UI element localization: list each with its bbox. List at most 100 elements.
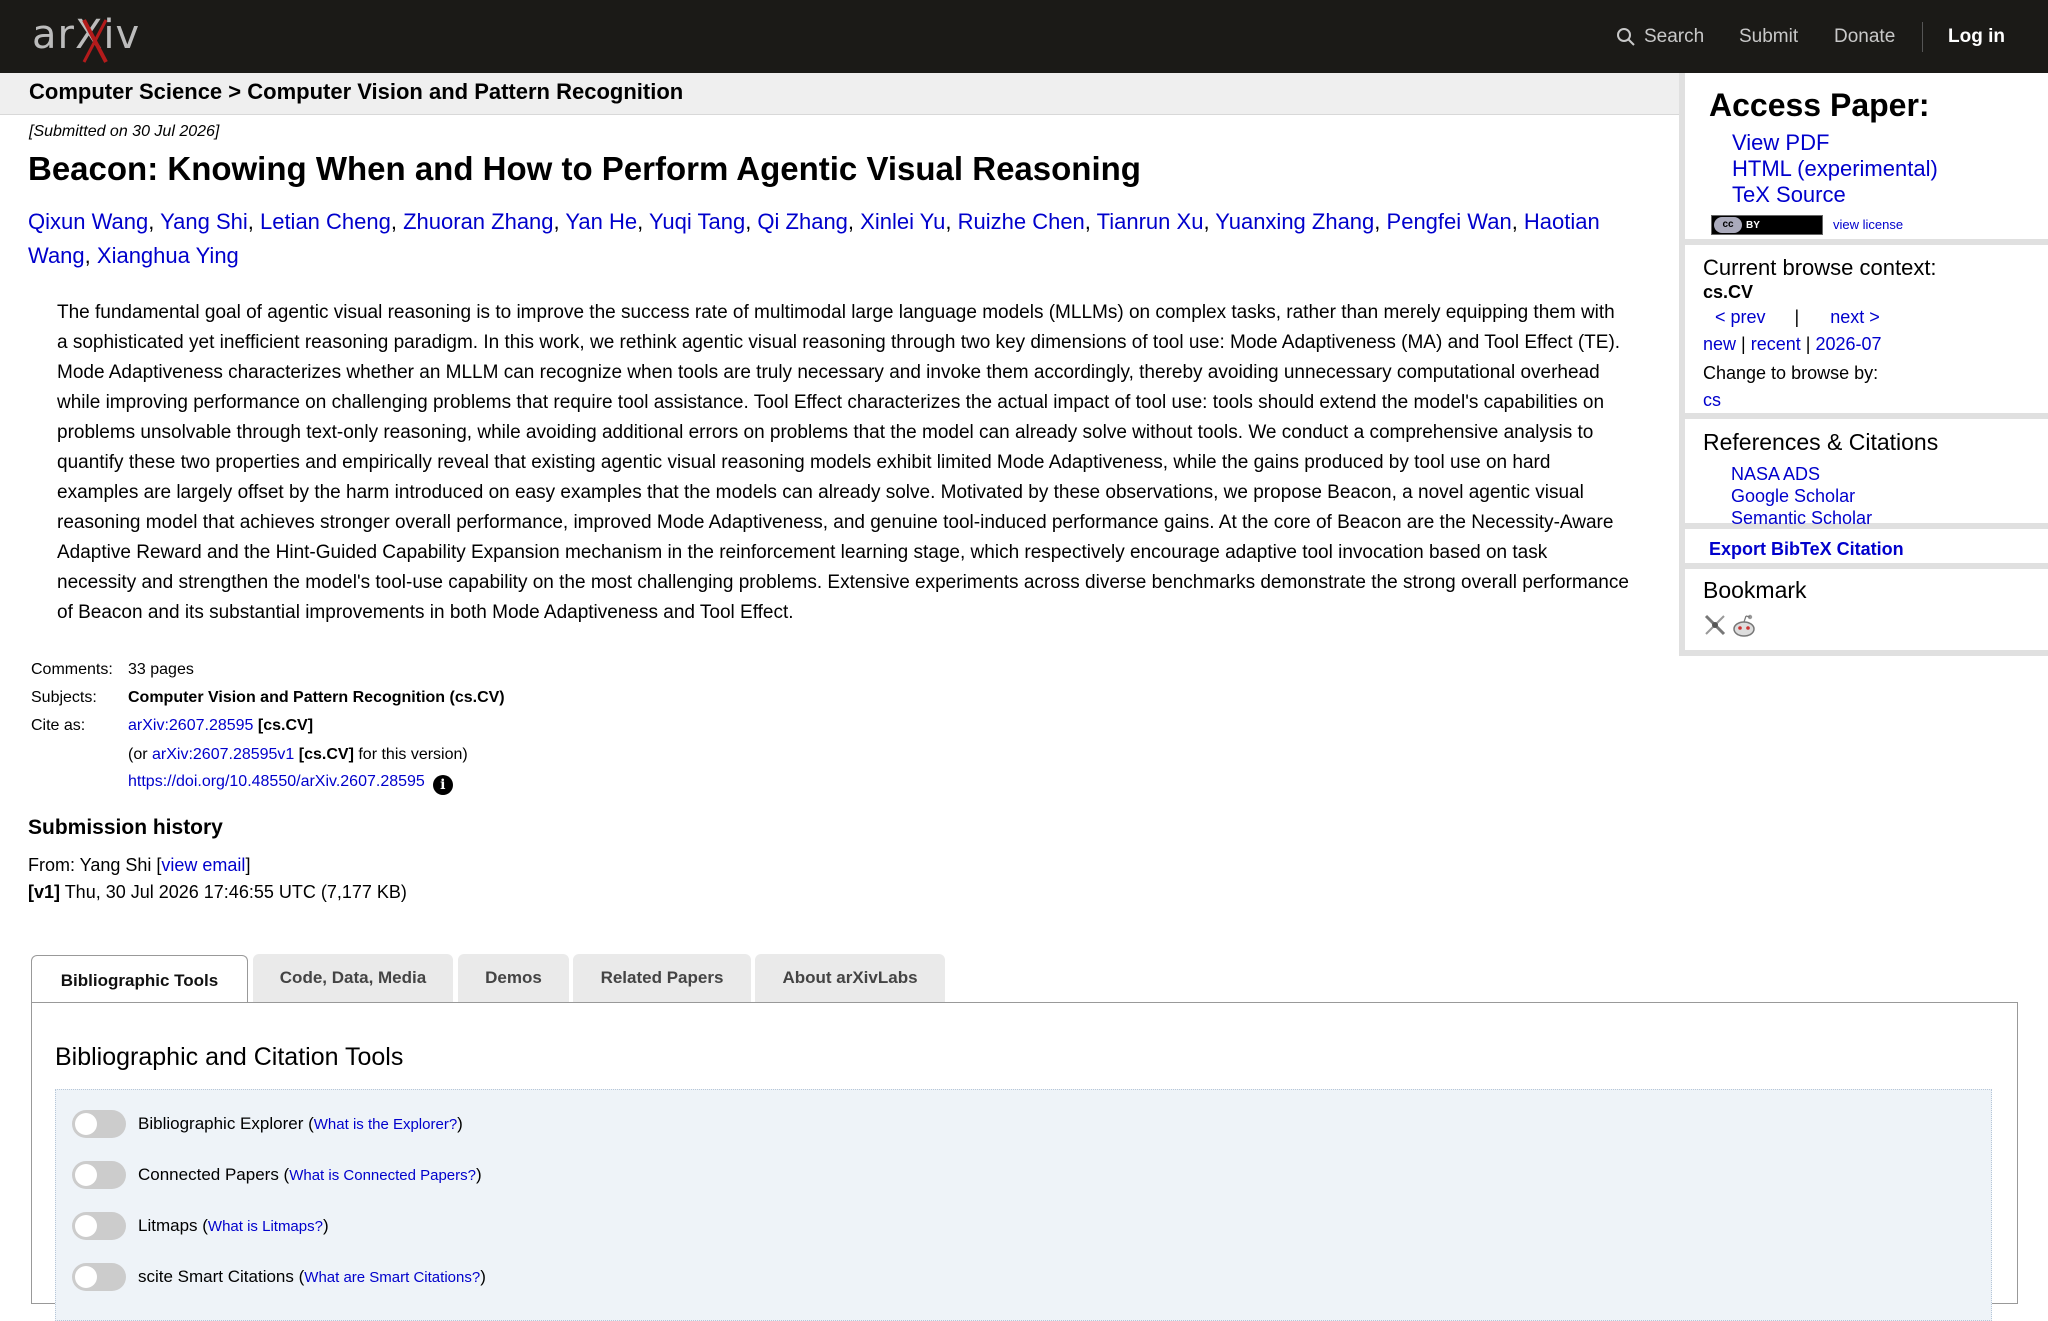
info-icon[interactable]: i [432, 775, 453, 795]
tab-panel: Bibliographic and Citation Tools Bibliog… [31, 1002, 2018, 1321]
change-browse-label: Change to browse by: [1703, 363, 1879, 383]
new-link[interactable]: new [1703, 334, 1736, 354]
cc-license-badge[interactable]: cc BY [1711, 215, 1823, 235]
references-links: NASA ADS Google Scholar Semantic Scholar [1731, 463, 1872, 529]
toggle-switch[interactable] [72, 1263, 126, 1291]
meta-version: (or arXiv:2607.28595v1 [cs.CV] for this … [128, 746, 468, 764]
author-separator: , [84, 243, 97, 268]
view-license-link[interactable]: view license [1833, 217, 1903, 232]
author-link[interactable]: Yan He [565, 209, 637, 234]
nasa-ads-link[interactable]: NASA ADS [1731, 463, 1872, 485]
cite-id-link[interactable]: arXiv:2607.28595 [128, 717, 253, 734]
arxiv-logo[interactable]: arXiv [32, 10, 162, 66]
tool-row-explorer: Bibliographic Explorer (What is the Expl… [72, 1110, 463, 1138]
doi-link[interactable]: https://doi.org/10.48550/arXiv.2607.2859… [128, 773, 425, 790]
author-link[interactable]: Pengfei Wan [1387, 209, 1512, 234]
author-link[interactable]: Xinlei Yu [860, 209, 945, 234]
tab-bibliographic-tools[interactable]: Bibliographic Tools [31, 955, 248, 1006]
cite-version-link[interactable]: arXiv:2607.28595v1 [152, 746, 294, 763]
author-separator: , [745, 209, 758, 234]
separator: | [1741, 334, 1746, 354]
tool-name: scite Smart Citations [138, 1267, 294, 1286]
tool-name: Bibliographic Explorer [138, 1114, 304, 1133]
access-links: View PDF HTML (experimental) TeX Source [1732, 130, 1938, 208]
author-separator: , [1084, 209, 1097, 234]
tab-related-papers[interactable]: Related Papers [573, 954, 751, 1002]
author-link[interactable]: Ruizhe Chen [958, 209, 1085, 234]
author-separator: , [247, 209, 260, 234]
nav-submit[interactable]: Submit [1739, 0, 1798, 73]
author-link[interactable]: Xianghua Ying [97, 243, 239, 268]
breadcrumb-bar: Computer Science > Computer Vision and P… [0, 73, 1680, 115]
view-pdf-link[interactable]: View PDF [1732, 130, 1938, 156]
bookmark-title: Bookmark [1703, 577, 1807, 603]
html-link[interactable]: HTML (experimental) [1732, 156, 1938, 182]
cite-cat: [cs.CV] [257, 717, 314, 734]
author-link[interactable]: Letian Cheng [260, 209, 391, 234]
google-scholar-link[interactable]: Google Scholar [1731, 485, 1872, 507]
nav-divider [1922, 22, 1923, 52]
tool-help-link[interactable]: What is Connected Papers? [289, 1167, 476, 1184]
tab-about-arxivlabs[interactable]: About arXivLabs [755, 954, 945, 1002]
next-link[interactable]: next > [1830, 307, 1880, 327]
author-separator: , [553, 209, 566, 234]
browse-nav: < prev | next > [1703, 307, 2043, 328]
references-title: References & Citations [1703, 429, 1939, 455]
nav-search-label: Search [1644, 25, 1705, 47]
author-link[interactable]: Tianrun Xu [1097, 209, 1204, 234]
meta-doi: https://doi.org/10.48550/arXiv.2607.2859… [128, 773, 453, 795]
author-link[interactable]: Yuqi Tang [649, 209, 745, 234]
nav-search[interactable]: Search [1616, 0, 1704, 73]
browse-cs-link[interactable]: cs [1703, 390, 1721, 411]
tab-code-data-media[interactable]: Code, Data, Media [253, 954, 453, 1002]
nav-login[interactable]: Log in [1948, 0, 2005, 73]
browse-context-category: cs.CV [1703, 282, 1754, 302]
author-link[interactable]: Yang Shi [160, 209, 248, 234]
month-link[interactable]: 2026-07 [1816, 334, 1882, 354]
view-email-link[interactable]: view email [161, 855, 245, 875]
semantic-scholar-link[interactable]: Semantic Scholar [1731, 507, 1872, 529]
bibsonomy-icon[interactable] [1703, 613, 1727, 637]
reddit-icon[interactable] [1731, 613, 1757, 639]
bookmark-icons [1703, 613, 1757, 639]
tex-source-link[interactable]: TeX Source [1732, 182, 1938, 208]
toggle-switch[interactable] [72, 1110, 126, 1138]
browse-lists: new | recent | 2026-07 [1703, 334, 1882, 355]
or-suffix: for this version) [353, 746, 468, 763]
author-separator: , [148, 209, 161, 234]
history-from-suffix: ] [245, 855, 251, 875]
history-v1-label: [v1] [28, 882, 61, 902]
recent-link[interactable]: recent [1751, 334, 1801, 354]
author-list: Qixun Wang, Yang Shi, Letian Cheng, Zhuo… [28, 205, 1668, 273]
export-bibtex-link[interactable]: Export BibTeX Citation [1709, 539, 1904, 560]
author-separator: , [390, 209, 404, 234]
meta-comments-label: Comments: [31, 661, 113, 678]
author-link[interactable]: Qixun Wang [28, 209, 148, 234]
tab-demos[interactable]: Demos [458, 954, 569, 1002]
author-link[interactable]: Qi Zhang [757, 209, 848, 234]
references-block: References & Citations NASA ADS Google S… [1679, 419, 2048, 529]
author-separator: , [1203, 209, 1216, 234]
access-paper-block: Access Paper: View PDF HTML (experimenta… [1679, 73, 2048, 245]
tool-help-link[interactable]: What is Litmaps? [208, 1218, 323, 1235]
meta-cite: arXiv:2607.28595 [cs.CV] [128, 717, 313, 735]
nav-separator: | [1794, 307, 1800, 327]
search-icon [1617, 27, 1635, 46]
abstract: The fundamental goal of agentic visual r… [57, 302, 1629, 623]
author-link[interactable]: Zhuoran Zhang [403, 209, 553, 234]
prev-link[interactable]: < prev [1715, 307, 1766, 327]
tool-help-link[interactable]: What are Smart Citations? [304, 1269, 480, 1286]
author-link[interactable]: Yuanxing Zhang [1215, 209, 1374, 234]
tool-help-link[interactable]: What is the Explorer? [314, 1116, 457, 1133]
toggle-switch[interactable] [72, 1212, 126, 1240]
author-separator: , [1374, 209, 1387, 234]
toggle-switch[interactable] [72, 1161, 126, 1189]
author-separator: , [945, 209, 958, 234]
author-separator: , [847, 209, 861, 234]
nav-donate[interactable]: Donate [1834, 0, 1895, 73]
breadcrumb: Computer Science > Computer Vision and P… [29, 79, 684, 104]
paper-title: Beacon: Knowing When and How to Perform … [28, 150, 1141, 187]
sidebar: Access Paper: View PDF HTML (experimenta… [1679, 73, 2048, 656]
history-v1: [v1] Thu, 30 Jul 2026 17:46:55 UTC (7,17… [28, 882, 407, 903]
history-from-prefix: From: Yang Shi [ [28, 855, 162, 875]
